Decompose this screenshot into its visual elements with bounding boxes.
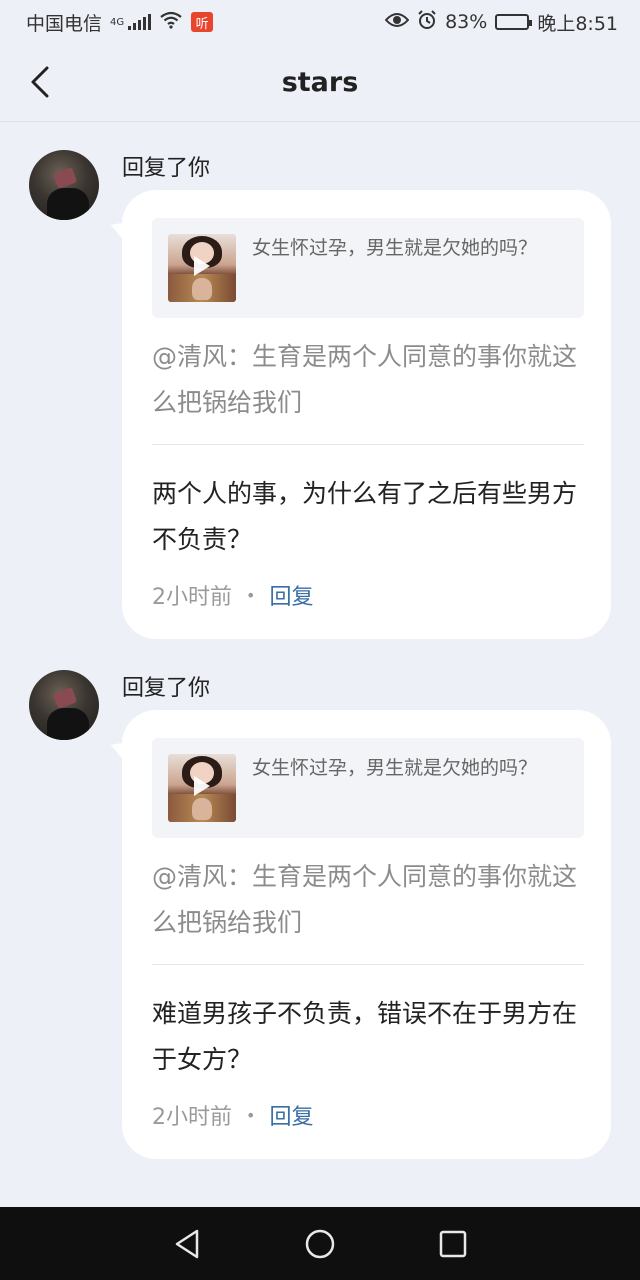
nav-recents-button[interactable] [433, 1224, 473, 1264]
battery-percent: 83% [445, 11, 488, 33]
avatar[interactable] [29, 670, 99, 740]
play-icon [194, 256, 210, 276]
page-title: stars [281, 67, 359, 98]
timestamp: 2小时前 [152, 1105, 232, 1130]
play-icon [194, 776, 210, 796]
signal-icon [128, 14, 152, 30]
reply-label: 回复了你 [122, 156, 211, 181]
video-title: 女生怀过孕，男生就是欠她的吗？ [252, 237, 538, 259]
reply-text: 难道男孩子不负责，错误不在于男方在于女方？ [152, 999, 578, 1074]
status-bar: 中国电信 4G 听 83% 晚上8:51 [0, 0, 640, 44]
reply-text: 两个人的事，为什么有了之后有些男方不负责？ [152, 479, 578, 554]
top-header: stars [0, 44, 640, 122]
comment-bubble[interactable]: 女生怀过孕，男生就是欠她的吗？ @清风：生育是两个人同意的事你就这么把锅给我们 … [122, 710, 611, 1159]
triangle-back-icon [175, 1229, 198, 1258]
status-right: 83% 晚上8:51 [384, 9, 618, 36]
quoted-comment: @清风：生育是两个人同意的事你就这么把锅给我们 [152, 334, 584, 445]
dot-separator: • [246, 1105, 256, 1125]
quoted-comment: @清风：生育是两个人同意的事你就这么把锅给我们 [152, 854, 584, 965]
eye-icon [384, 11, 410, 33]
video-card[interactable]: 女生怀过孕，男生就是欠她的吗？ [152, 738, 584, 838]
video-thumbnail [168, 234, 236, 302]
status-left: 中国电信 4G 听 [26, 9, 214, 36]
comment-meta: 2小时前 • 回复 [152, 1099, 583, 1131]
square-recents-icon [440, 1230, 467, 1257]
video-card[interactable]: 女生怀过孕，男生就是欠她的吗？ [152, 218, 584, 318]
clock: 晚上8:51 [537, 12, 618, 35]
video-thumbnail [168, 754, 236, 822]
carrier-label: 中国电信 [26, 12, 103, 35]
wifi-icon [159, 11, 183, 34]
chevron-left-icon [31, 66, 49, 98]
video-title: 女生怀过孕，男生就是欠她的吗？ [252, 757, 538, 779]
timestamp: 2小时前 [152, 585, 232, 610]
nav-back-button[interactable] [167, 1224, 207, 1264]
battery-icon [495, 14, 533, 30]
back-button[interactable] [22, 64, 58, 100]
dot-separator: • [246, 585, 256, 605]
nav-home-button[interactable] [300, 1224, 340, 1264]
system-nav-bar [0, 1207, 640, 1280]
reply-button[interactable]: 回复 [269, 1099, 313, 1131]
listen-app-icon: 听 [191, 12, 214, 32]
circle-home-icon [305, 1229, 335, 1258]
comment-bubble[interactable]: 女生怀过孕，男生就是欠她的吗？ @清风：生育是两个人同意的事你就这么把锅给我们 … [122, 190, 611, 639]
comment-meta: 2小时前 • 回复 [152, 579, 583, 611]
network-type: 4G [110, 16, 125, 28]
alarm-icon [417, 9, 437, 35]
reply-label: 回复了你 [122, 676, 211, 701]
avatar[interactable] [29, 150, 99, 220]
reply-button[interactable]: 回复 [269, 579, 313, 611]
